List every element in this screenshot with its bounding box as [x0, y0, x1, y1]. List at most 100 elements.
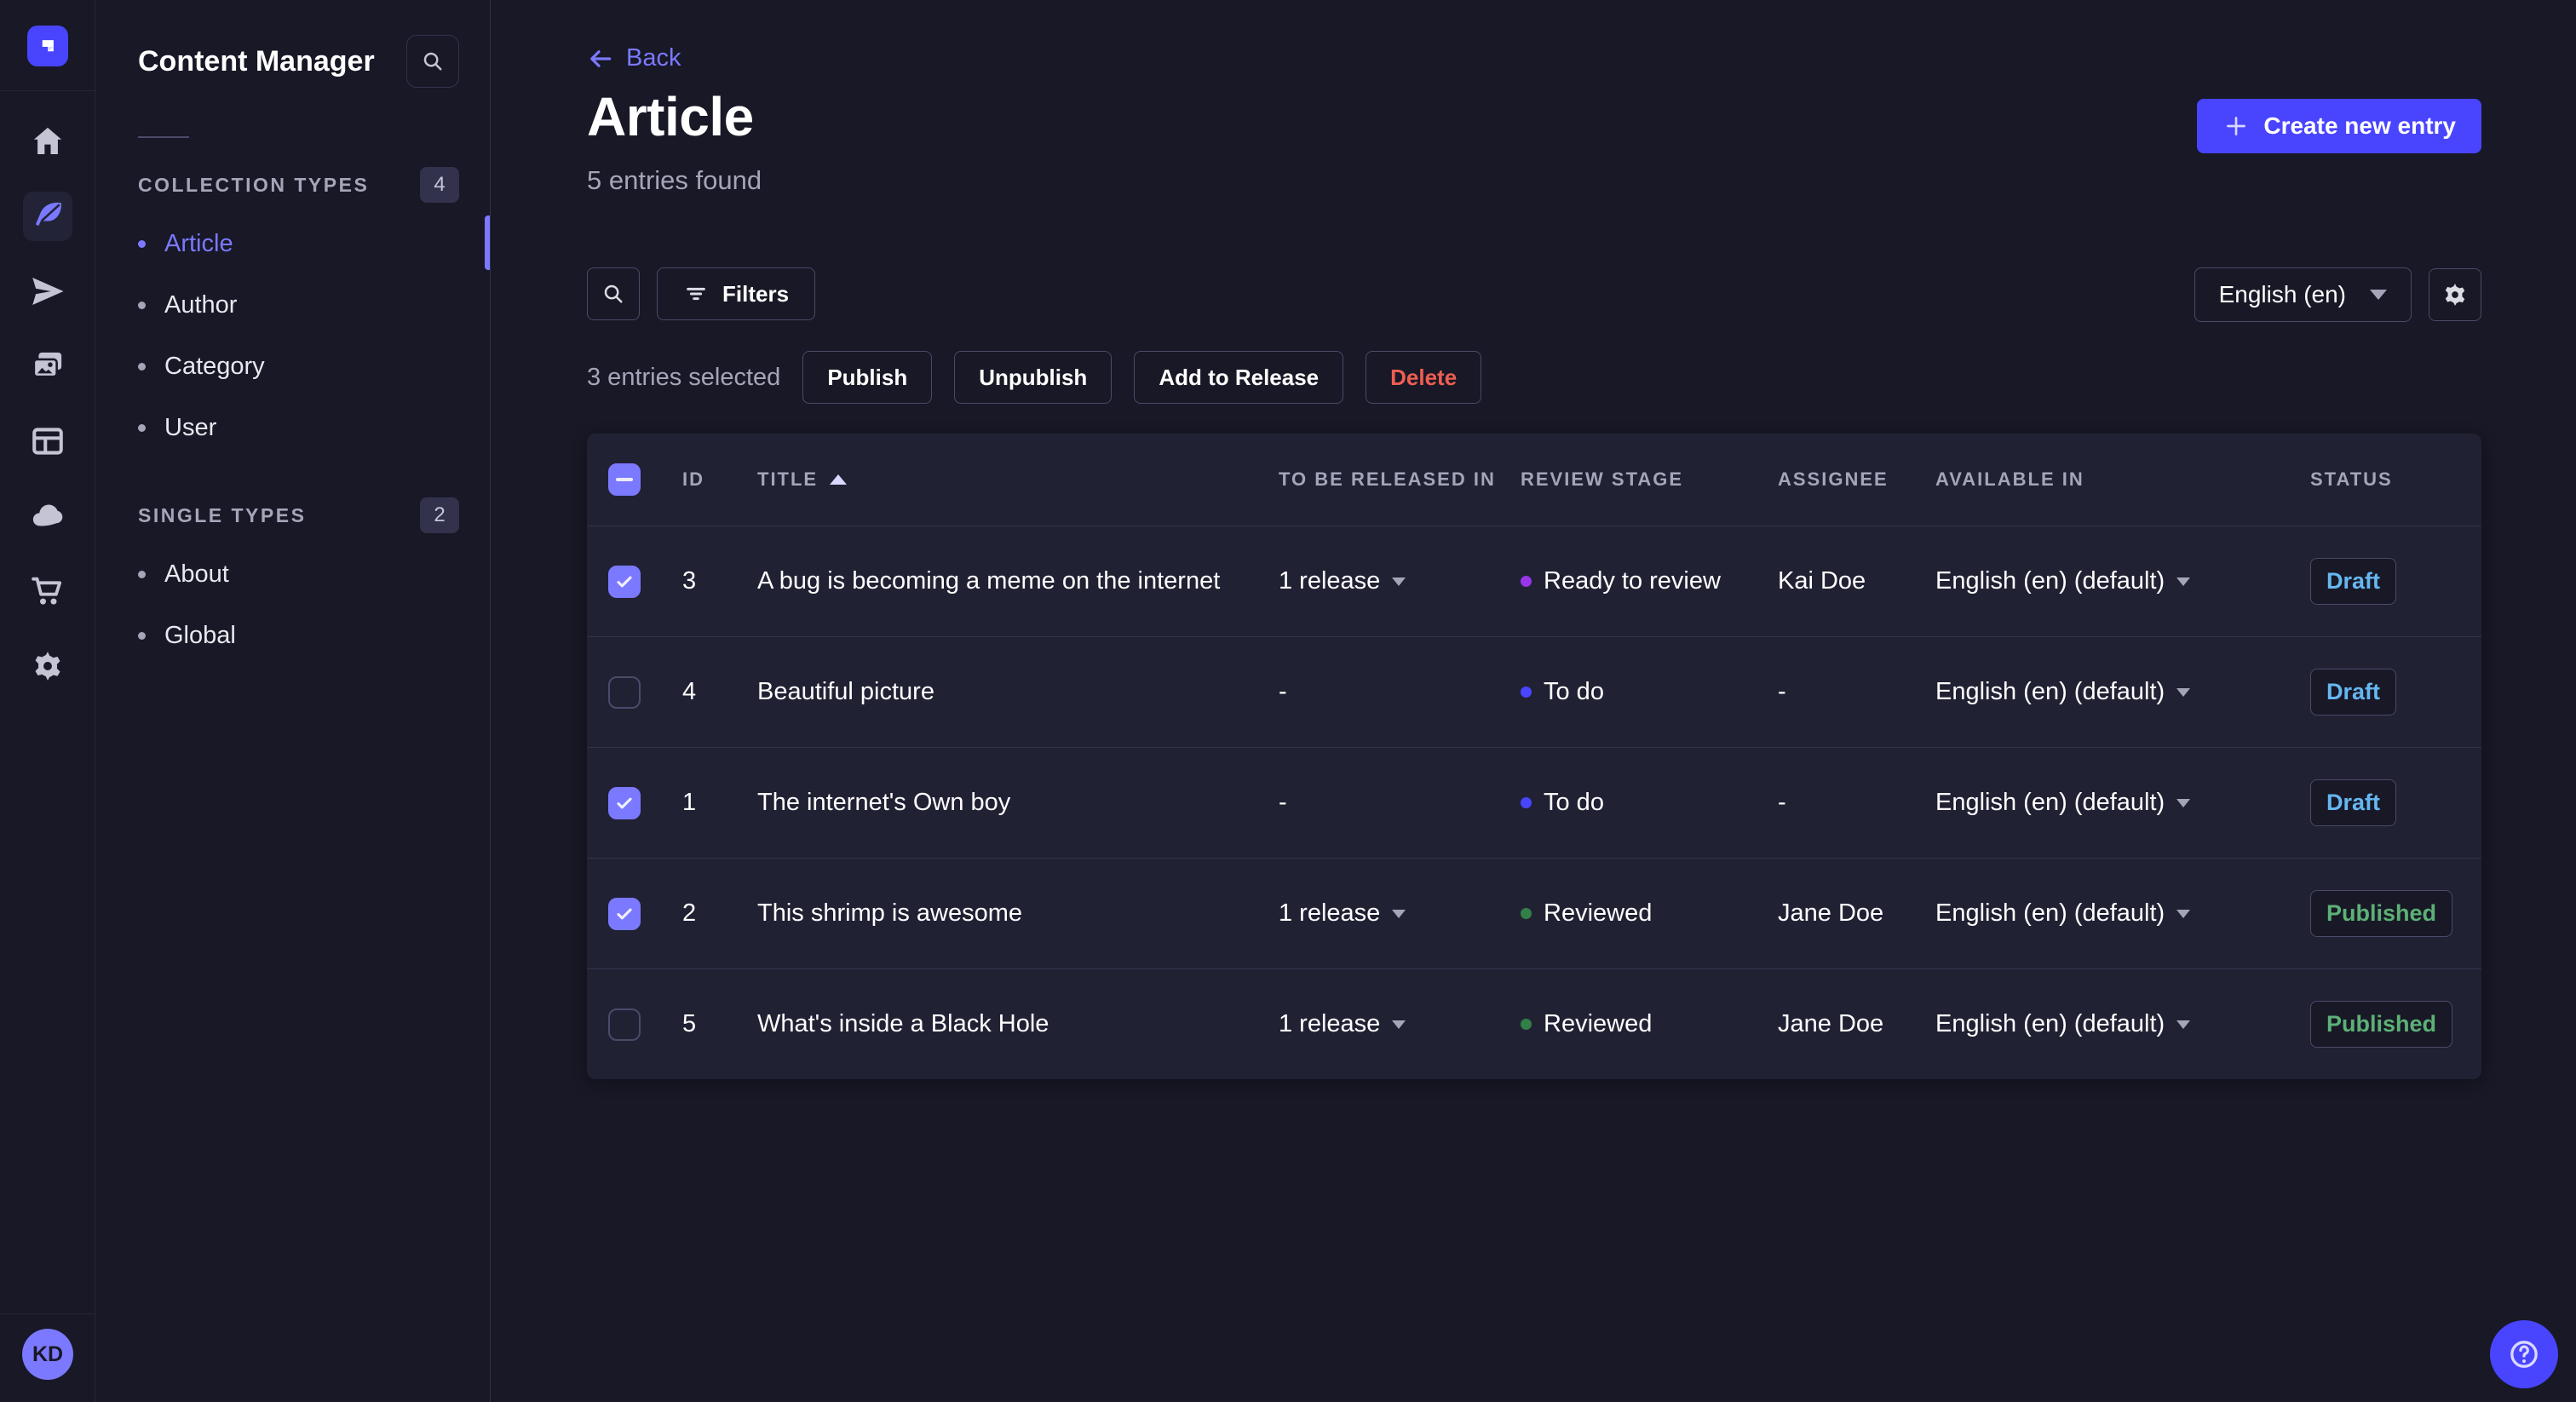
stage-dot-icon	[1521, 687, 1532, 698]
sidebar-item-global[interactable]: Global	[138, 605, 490, 666]
row-review-stage: To do	[1521, 678, 1778, 706]
row-checkbox[interactable]	[608, 565, 641, 598]
sidebar-item-article[interactable]: Article	[138, 213, 490, 274]
stage-label: To do	[1544, 789, 1604, 816]
strapi-logo[interactable]	[26, 26, 68, 66]
row-title: The internet's Own boy	[757, 789, 1011, 816]
icon-rail: KD	[0, 0, 95, 1402]
row-locale-dropdown[interactable]: English (en) (default)	[1935, 1010, 2310, 1038]
check-icon	[617, 797, 632, 808]
row-assignee: Jane Doe	[1778, 1010, 1884, 1037]
locale-select[interactable]: English (en)	[2194, 267, 2412, 322]
table-row[interactable]: 3 A bug is becoming a meme on the intern…	[587, 526, 2481, 636]
back-arrow-icon	[590, 49, 612, 67]
row-title: A bug is becoming a meme on the internet	[757, 567, 1221, 595]
row-checkbox[interactable]	[608, 1008, 641, 1041]
marketplace-icon[interactable]	[23, 566, 72, 616]
releases-icon[interactable]	[23, 267, 72, 316]
publish-button[interactable]: Publish	[802, 351, 933, 404]
status-badge: Published	[2310, 890, 2453, 937]
table-row[interactable]: 4 Beautiful picture - To do - English (e…	[587, 636, 2481, 747]
view-settings-button[interactable]	[2429, 268, 2481, 321]
bullet-icon	[138, 362, 146, 371]
row-title: What's inside a Black Hole	[757, 1010, 1049, 1037]
content-manager-sidebar: Content Manager COLLECTION TYPES 4 Artic…	[95, 0, 491, 1402]
strapi-logo-mark	[42, 40, 54, 52]
column-header-id[interactable]: ID	[682, 468, 757, 491]
sidebar-header: Content Manager	[138, 34, 490, 89]
sidebar-search-button[interactable]	[406, 35, 459, 88]
stage-label: Reviewed	[1544, 899, 1653, 927]
cloud-icon[interactable]	[23, 491, 72, 541]
add-to-release-button[interactable]: Add to Release	[1134, 351, 1344, 404]
sidebar-item-label: User	[164, 413, 217, 441]
sidebar-item-label: Global	[164, 621, 236, 649]
rail-divider	[0, 90, 95, 91]
chevron-down-icon	[2176, 687, 2191, 697]
row-release-dropdown[interactable]: 1 release	[1279, 899, 1521, 928]
page-title: Article	[587, 86, 754, 147]
chevron-down-icon	[2370, 290, 2387, 300]
locale-toolbar: English (en)	[2194, 267, 2481, 322]
entries-selected-text: 3 entries selected	[587, 363, 781, 391]
filters-label: Filters	[722, 280, 790, 307]
column-header-title[interactable]: TITLE	[757, 468, 1279, 491]
settings-icon[interactable]	[23, 641, 72, 691]
status-badge: Draft	[2310, 558, 2397, 605]
sidebar-item-user[interactable]: User	[138, 397, 490, 458]
filter-icon	[687, 287, 705, 301]
list-toolbar: Filters	[587, 267, 816, 320]
search-button[interactable]	[587, 267, 640, 320]
main-content: Back Article 5 entries found Create new …	[491, 0, 2576, 1402]
locale-value: English (en) (default)	[1935, 678, 2165, 705]
sidebar-title: Content Manager	[138, 44, 375, 78]
unpublish-button[interactable]: Unpublish	[954, 351, 1113, 404]
release-value: -	[1279, 678, 1287, 705]
select-all-checkbox[interactable]	[608, 463, 641, 496]
gear-icon	[2445, 283, 2465, 307]
row-locale-dropdown[interactable]: English (en) (default)	[1935, 899, 2310, 928]
release-value: 1 release	[1279, 1010, 1381, 1037]
single-types-header: SINGLE TYPES 2	[138, 497, 490, 533]
table-row[interactable]: 5 What's inside a Black Hole 1 release R…	[587, 968, 2481, 1079]
filters-button[interactable]: Filters	[657, 267, 816, 320]
sidebar-item-author[interactable]: Author	[138, 274, 490, 336]
media-library-icon[interactable]	[23, 342, 72, 391]
sidebar-item-category[interactable]: Category	[138, 336, 490, 397]
table-row[interactable]: 1 The internet's Own boy - To do - Engli…	[587, 747, 2481, 858]
check-icon	[617, 908, 632, 919]
help-button[interactable]	[2490, 1320, 2558, 1388]
content-type-builder-icon[interactable]	[23, 417, 72, 466]
row-assignee: -	[1778, 789, 1786, 816]
entries-table: ID TITLE TO BE RELEASED IN REVIEW STAGE …	[587, 434, 2481, 1079]
user-avatar[interactable]: KD	[22, 1329, 73, 1380]
locale-value: English (en) (default)	[1935, 567, 2165, 595]
row-release-dropdown[interactable]: 1 release	[1279, 567, 1521, 595]
indeterminate-dash-icon	[616, 478, 633, 481]
row-checkbox[interactable]	[608, 786, 641, 819]
row-release-dropdown[interactable]: 1 release	[1279, 1010, 1521, 1038]
collection-types-count-badge: 4	[420, 167, 459, 203]
row-checkbox[interactable]	[608, 897, 641, 930]
row-id: 1	[682, 789, 697, 816]
row-id: 3	[682, 567, 697, 595]
active-item-indicator	[485, 215, 490, 270]
status-badge: Draft	[2310, 669, 2397, 715]
row-title: Beautiful picture	[757, 678, 934, 705]
back-link[interactable]: Back	[587, 44, 681, 72]
home-icon[interactable]	[23, 117, 72, 166]
content-manager-icon[interactable]	[22, 192, 72, 241]
row-locale-dropdown[interactable]: English (en) (default)	[1935, 567, 2310, 595]
sidebar-item-about[interactable]: About	[138, 543, 490, 605]
stage-label: Ready to review	[1544, 567, 1721, 595]
create-new-entry-button[interactable]: Create new entry	[2197, 99, 2481, 153]
sidebar-item-label: Category	[164, 352, 265, 380]
row-locale-dropdown[interactable]: English (en) (default)	[1935, 678, 2310, 706]
single-types-list: About Global	[138, 543, 490, 666]
row-checkbox[interactable]	[608, 675, 641, 709]
collection-types-list: Article Author Category User	[138, 213, 490, 458]
row-assignee: Kai Doe	[1778, 567, 1866, 595]
delete-button[interactable]: Delete	[1366, 351, 1482, 404]
table-row[interactable]: 2 This shrimp is awesome 1 release Revie…	[587, 858, 2481, 968]
row-locale-dropdown[interactable]: English (en) (default)	[1935, 789, 2310, 817]
